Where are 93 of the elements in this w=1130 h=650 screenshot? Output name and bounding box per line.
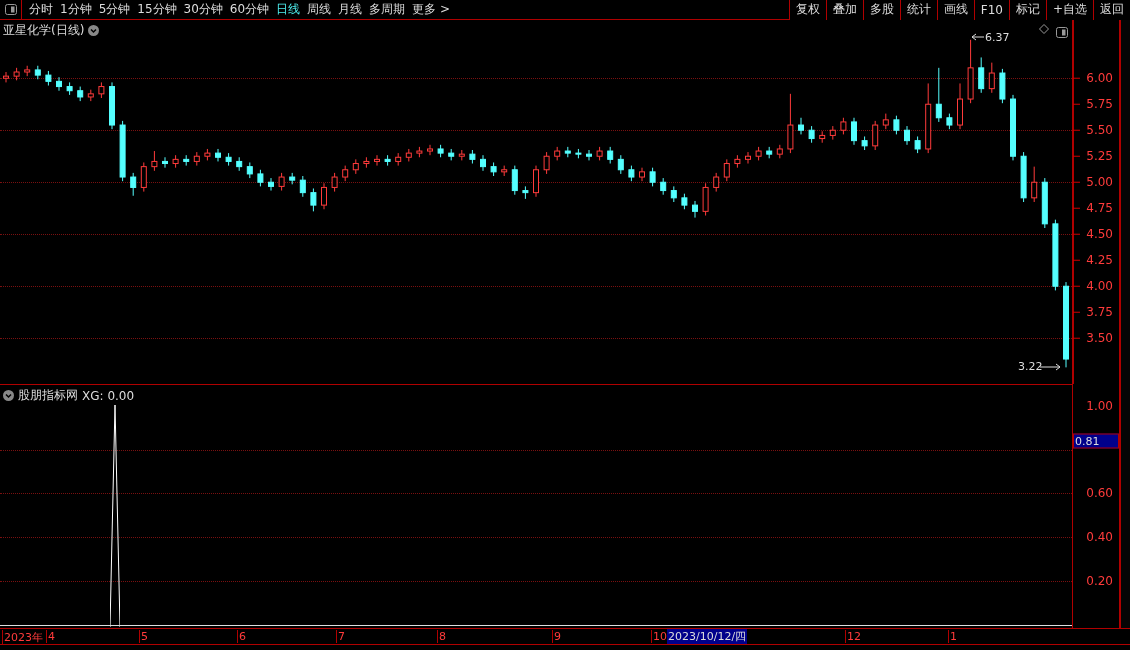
period-tab[interactable]: 更多 >	[412, 1, 450, 18]
candlestick	[130, 172, 137, 197]
period-tab[interactable]: 周线	[307, 1, 332, 18]
candlestick	[331, 172, 338, 193]
candlestick	[586, 149, 592, 161]
candlestick	[692, 200, 698, 219]
panel-toggle-icon[interactable]	[1056, 27, 1068, 38]
toolbar-button[interactable]: +自选	[1045, 0, 1093, 20]
candlestick	[3, 71, 9, 83]
candlestick	[893, 115, 900, 135]
price-tick-label: 4.25	[1086, 253, 1113, 268]
date-tick-label: 4	[46, 630, 55, 643]
candlestick	[723, 158, 730, 182]
period-tab[interactable]: 月线	[338, 1, 363, 18]
indicator-title: 股朋指标网	[18, 387, 78, 404]
candlestick	[268, 177, 274, 192]
period-tab[interactable]: 60分钟	[229, 1, 270, 18]
indicator-tick-label: 0.20	[1086, 574, 1113, 588]
low-pointer-icon	[1040, 363, 1060, 371]
price-tick-label: 4.50	[1086, 227, 1113, 242]
price-tick-label: 6.00	[1086, 71, 1113, 86]
candlestick	[215, 148, 221, 162]
candlestick	[533, 165, 539, 198]
price-tick-label: 3.75	[1086, 305, 1113, 320]
period-tab[interactable]: 日线	[276, 1, 301, 18]
candlestick	[851, 117, 857, 146]
period-tab[interactable]: 多周期	[369, 1, 406, 18]
indicator-tick-label: 0.40	[1086, 530, 1113, 544]
date-tick-label: 12	[845, 630, 861, 643]
candlestick	[480, 154, 486, 172]
candlestick	[299, 175, 306, 198]
date-tick-label: 1	[948, 630, 957, 643]
candlestick	[321, 182, 327, 210]
candlestick	[988, 62, 995, 94]
toolbar-button[interactable]: 标记	[1008, 0, 1046, 20]
candlestick	[310, 187, 317, 212]
candlestick	[702, 182, 709, 217]
dropdown-icon[interactable]	[3, 390, 14, 401]
cursor-value-label: 0.81	[1073, 433, 1119, 449]
candlestick	[713, 172, 720, 193]
toolbar-button[interactable]: 多股	[862, 0, 900, 20]
price-tick-label: 5.75	[1086, 97, 1113, 112]
price-tick-label: 5.25	[1086, 149, 1113, 164]
price-tick-label: 5.50	[1086, 123, 1113, 138]
layout-icon[interactable]	[4, 4, 17, 15]
cursor-date-label: 2023/10/12/四	[667, 629, 748, 644]
candlestick	[787, 93, 794, 154]
period-tab[interactable]: 分时	[29, 1, 53, 18]
high-pointer-icon	[972, 33, 984, 41]
candlestick	[798, 117, 804, 135]
toolbar-button[interactable]: F10	[973, 0, 1009, 20]
candlestick	[872, 120, 879, 151]
date-tick-label: 2023年	[2, 630, 43, 645]
candlestick	[935, 67, 942, 123]
candlestick	[543, 151, 550, 175]
period-tab[interactable]: 15分钟	[137, 1, 177, 18]
candlestick	[978, 56, 985, 94]
candlestick	[140, 161, 147, 193]
period-tab[interactable]: 30分钟	[183, 1, 223, 18]
date-tick-label: 6	[237, 630, 246, 643]
toolbar-button[interactable]: 复权	[788, 0, 826, 20]
candlestick	[162, 156, 168, 169]
dropdown-icon[interactable]	[88, 25, 100, 36]
price-tick-label: 5.00	[1086, 175, 1113, 190]
toolbar-button[interactable]: 画线	[936, 0, 974, 20]
date-tick-label: 9	[552, 630, 561, 643]
price-tick-label: 3.50	[1086, 331, 1113, 346]
toolbar-button[interactable]: 返回	[1093, 0, 1130, 20]
indicator-tick-label: 1.00	[1086, 399, 1113, 413]
candlestick	[56, 76, 62, 92]
candlestick	[427, 144, 433, 156]
candlestick	[617, 154, 624, 175]
indicator-reading: XG: 0.00	[82, 388, 135, 403]
date-tick-label: 8	[437, 630, 446, 643]
high-price-label: 6.37	[985, 31, 1010, 44]
toolbar-button[interactable]: 叠加	[825, 0, 863, 20]
date-tick-label: 5	[139, 630, 148, 643]
date-tick-label: 7	[336, 630, 345, 643]
candlestick	[649, 167, 656, 187]
candlestick	[511, 165, 518, 196]
chart-title: 亚星化学(日线)	[3, 22, 85, 39]
candlestick	[374, 154, 380, 167]
price-tick-label: 4.75	[1086, 201, 1113, 216]
toolbar-button[interactable]: 统计	[899, 0, 937, 20]
candlestick	[151, 150, 158, 172]
low-price-label: 3.22	[1018, 360, 1043, 373]
price-tick-label: 4.00	[1086, 279, 1113, 294]
period-tab[interactable]: 1分钟	[60, 1, 92, 18]
period-tab[interactable]: 5分钟	[98, 1, 131, 18]
candlestick	[904, 125, 910, 146]
candlestick	[1031, 166, 1038, 203]
indicator-tick-label: 0.60	[1086, 486, 1113, 500]
candlestick	[745, 151, 751, 165]
